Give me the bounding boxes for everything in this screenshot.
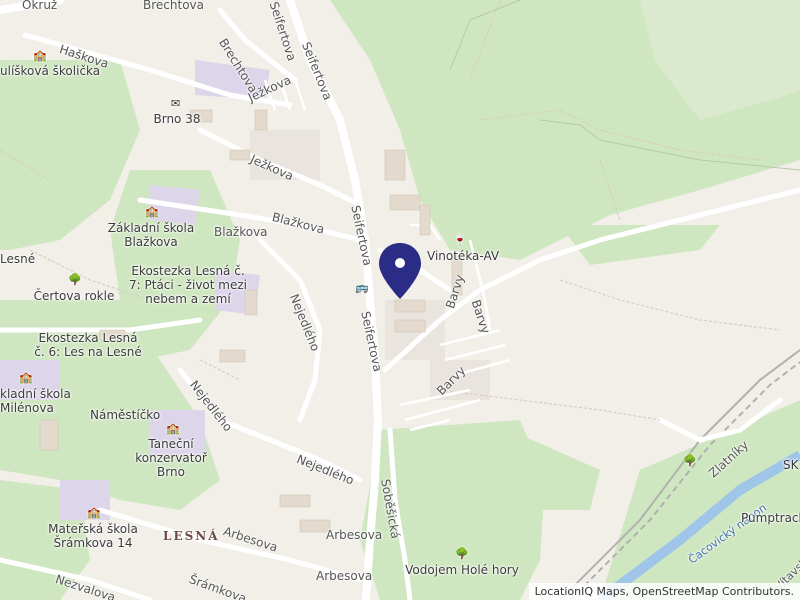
map-view[interactable]: Okruž Brechtova Brechtova Seifertova Sei… xyxy=(0,0,800,600)
school-icon: 🏫 xyxy=(19,371,33,384)
street-label-arbesova-3: Arbesova xyxy=(316,569,373,583)
post-office-icon: ✉ xyxy=(171,97,181,110)
poi-label-sk[interactable]: SK xyxy=(783,458,799,472)
street-label-brechtova: Brechtova xyxy=(143,0,204,12)
poi-label-skolicka[interactable]: ulíšková školička xyxy=(0,64,100,78)
school-icon: 🏫 xyxy=(33,49,47,62)
poi-label-zs-blazkova[interactable]: Základní škola Blažkova xyxy=(108,221,194,249)
map-attribution[interactable]: LocationIQ Maps, OpenStreetMap Contribut… xyxy=(528,583,800,600)
street-label-okruzni: Okruž xyxy=(22,0,58,12)
poi-label-namesticko[interactable]: Náměstíčko xyxy=(90,408,160,422)
poi-label-brno38[interactable]: Brno 38 xyxy=(154,112,201,126)
poi-label-lesne[interactable]: Lesné xyxy=(0,252,35,266)
wine-shop-icon: 🍷 xyxy=(453,234,467,247)
poi-label-ms-sramkova[interactable]: Mateřská škola Šrámkova 14 xyxy=(48,522,138,550)
tree-icon: 🌳 xyxy=(683,454,697,467)
poi-label-vodojem[interactable]: Vodojem Holé hory xyxy=(405,563,519,577)
poi-label-vinoteka[interactable]: Vinotéka-AV xyxy=(427,249,499,263)
street-label-blazkova-2: Blažkova xyxy=(214,225,268,239)
school-icon: 🏫 xyxy=(145,205,159,218)
poi-label-certova-rokle[interactable]: Čertova rokle xyxy=(34,289,115,303)
school-icon: 🏫 xyxy=(166,422,180,435)
street-label-arbesova-2: Arbesova xyxy=(326,528,383,542)
location-pin-marker[interactable] xyxy=(377,241,423,301)
tree-icon: 🌳 xyxy=(68,273,82,286)
poi-label-zs-milenova[interactable]: kladní škola Milénova xyxy=(0,387,71,415)
poi-label-pumptrack[interactable]: Pumptrack xyxy=(741,511,800,525)
poi-label-konzervator[interactable]: Taneční konzervatoř Brno xyxy=(135,437,207,479)
poi-label-ekostezka-7[interactable]: Ekostezka Lesná č. 7: Ptáci - život mezi… xyxy=(129,264,247,306)
bus-stop-icon[interactable]: 🚌 xyxy=(355,282,369,293)
area-label-lesna: LESNÁ xyxy=(163,529,220,543)
school-icon: 🏫 xyxy=(87,506,101,519)
poi-label-ekostezka-6[interactable]: Ekostezka Lesná č. 6: Les na Lesné xyxy=(34,331,142,359)
tree-icon: 🌳 xyxy=(455,547,469,560)
